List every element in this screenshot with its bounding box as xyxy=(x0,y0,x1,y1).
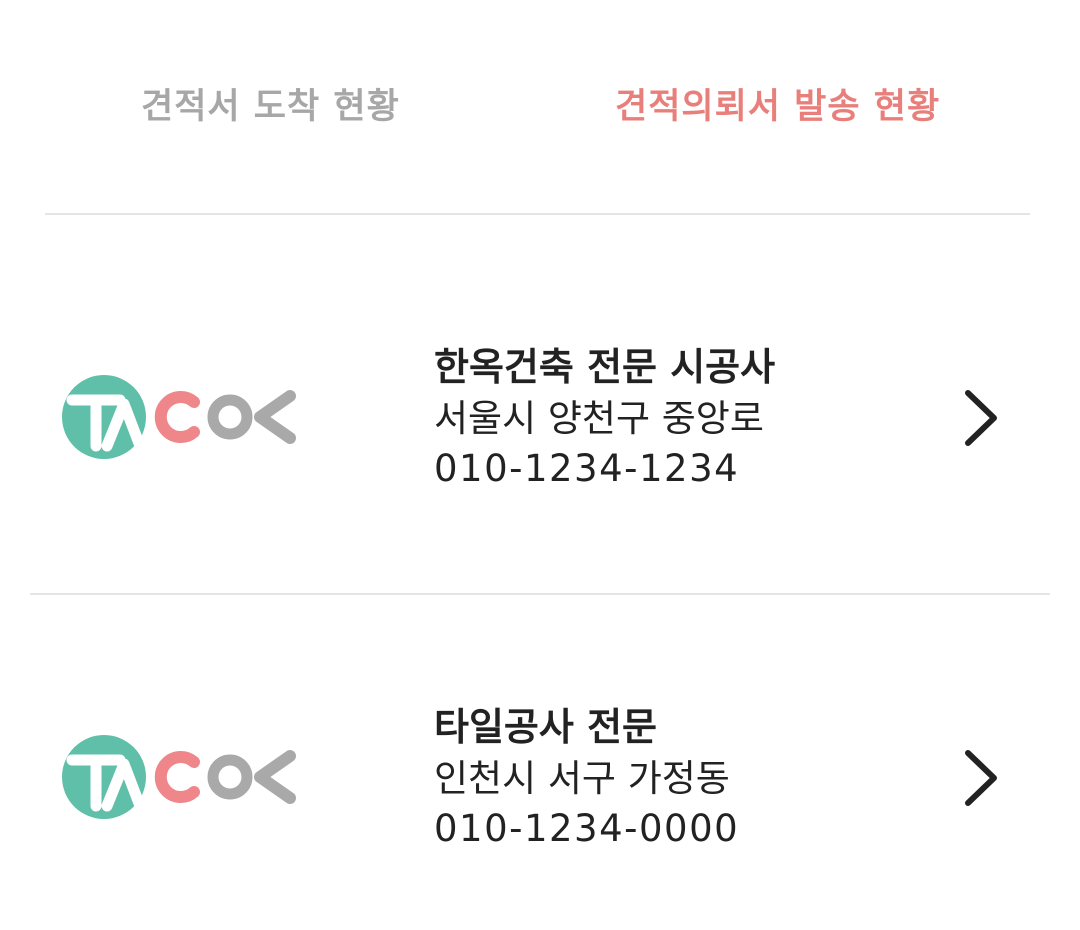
tab-quotes-received[interactable]: 견적서 도착 현황 xyxy=(141,78,400,129)
company-name: 타일공사 전문 xyxy=(434,705,657,749)
company-phone: 010-1234-1234 xyxy=(434,447,740,490)
taco-logo xyxy=(62,375,296,459)
taco-logo xyxy=(62,735,296,819)
tab-requests-sent[interactable]: 견적의뢰서 발송 현황 xyxy=(615,78,940,129)
company-address: 인천시 서구 가정동 xyxy=(434,757,730,800)
tab-bar: 견적서 도착 현황 견적의뢰서 발송 현황 xyxy=(0,0,1080,214)
item-info: 타일공사 전문 인천시 서구 가정동 010-1234-0000 xyxy=(434,702,739,854)
chevron-right-icon[interactable] xyxy=(958,747,1004,809)
item-info: 한옥건축 전문 시공사 서울시 양천구 중앙로 010-1234-1234 xyxy=(434,342,775,494)
company-name: 한옥건축 전문 시공사 xyxy=(434,345,776,389)
divider xyxy=(45,213,1030,215)
list-item[interactable]: 타일공사 전문 인천시 서구 가정동 010-1234-0000 xyxy=(0,630,1080,930)
company-phone: 010-1234-0000 xyxy=(434,807,740,850)
chevron-right-icon[interactable] xyxy=(958,387,1004,449)
divider xyxy=(30,593,1050,595)
company-address: 서울시 양천구 중앙로 xyxy=(434,397,764,440)
list-item[interactable]: 한옥건축 전문 시공사 서울시 양천구 중앙로 010-1234-1234 xyxy=(0,270,1080,570)
